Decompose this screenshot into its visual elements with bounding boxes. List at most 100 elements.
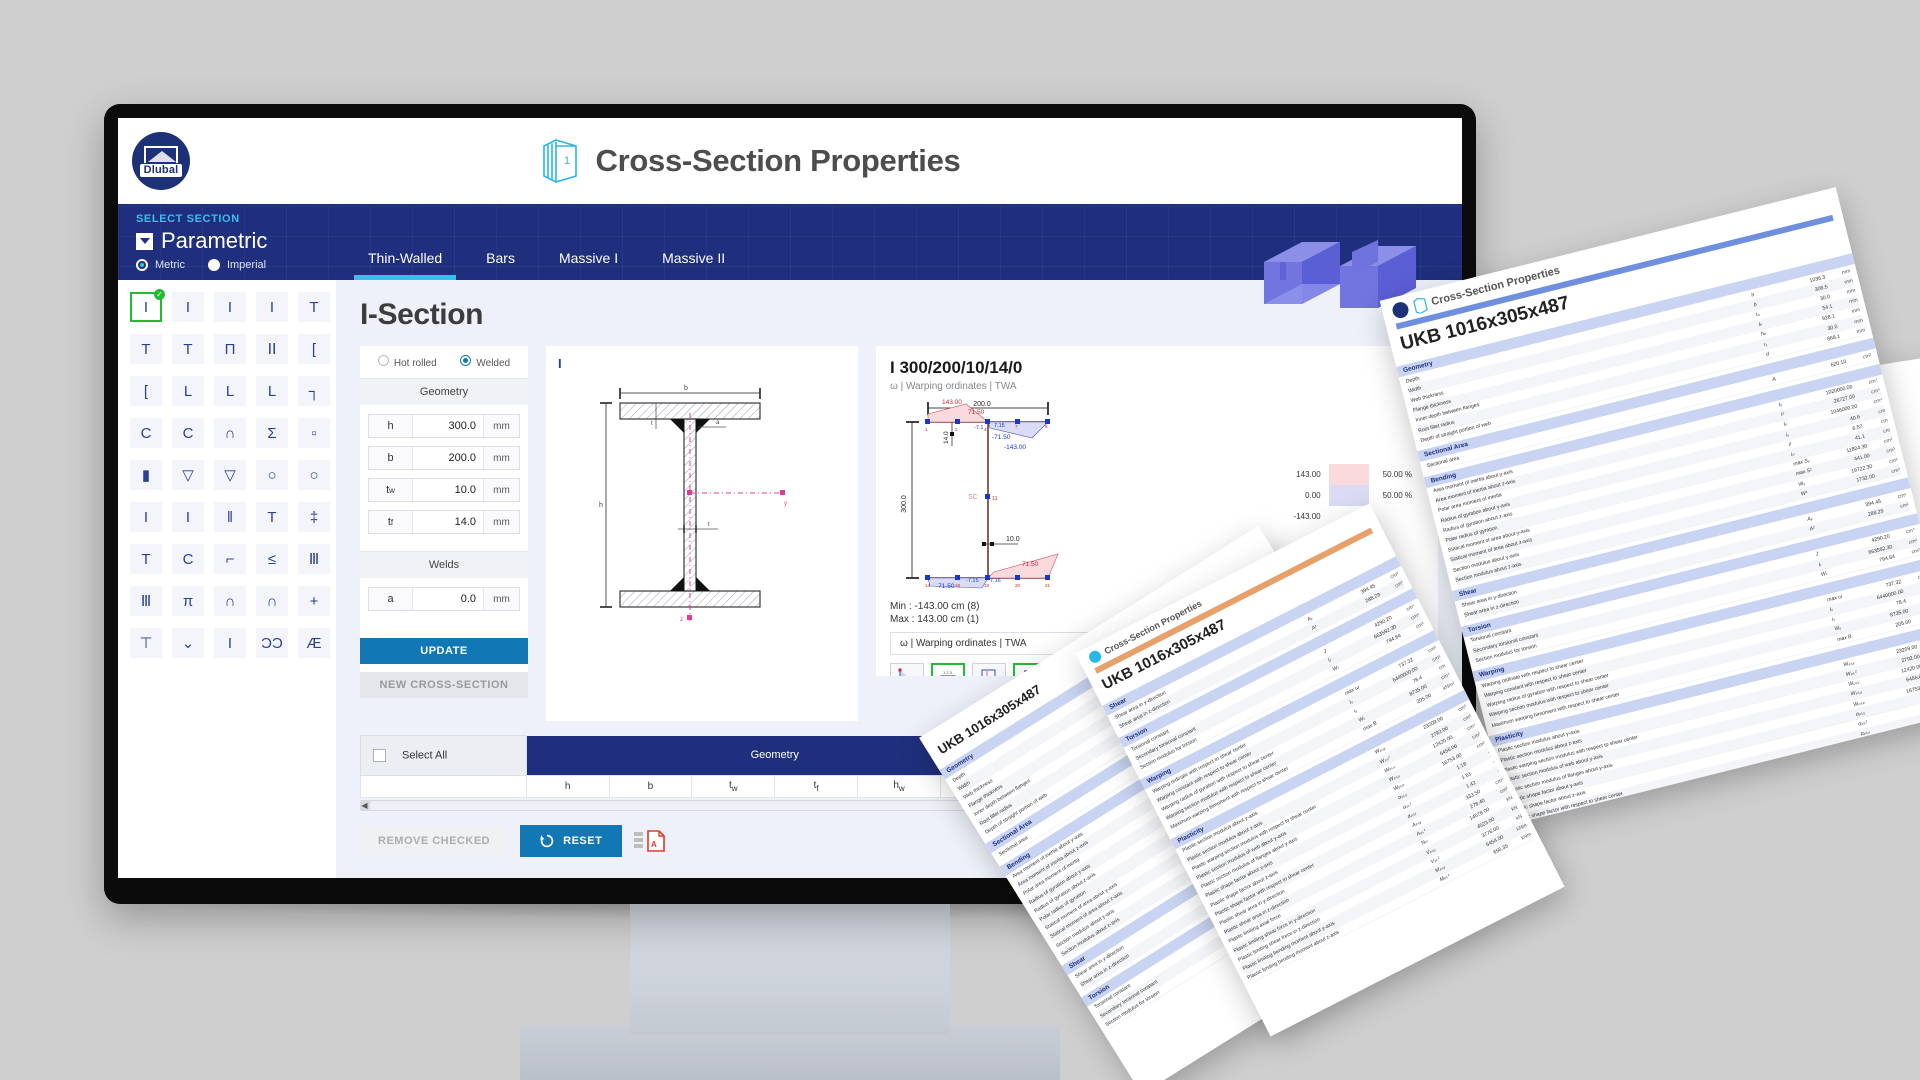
shape-glyph: T [267, 508, 277, 526]
field-value[interactable]: 0.0 [413, 588, 483, 610]
shape-icon-0[interactable]: I ✓ [130, 289, 165, 322]
pdf-export-button[interactable]: A [634, 830, 666, 852]
shape-icon-43[interactable]: π [172, 586, 204, 616]
geometry-field-tf[interactable]: t f 14.0 mm [368, 510, 520, 534]
shape-icon-27[interactable]: ○ [256, 460, 288, 490]
shape-icon-50[interactable]: I [214, 628, 246, 658]
field-value[interactable]: 14.0 [413, 511, 483, 533]
select-all-header[interactable]: Select All [360, 735, 527, 776]
i-section-drawing: b h t t a y z [599, 385, 787, 623]
column-header-tf[interactable]: tf [774, 775, 859, 798]
scrollbar-thumb[interactable] [370, 801, 1050, 810]
shape-icon-6[interactable]: T [130, 334, 162, 364]
shape-icon-2[interactable]: I [214, 292, 246, 322]
shape-icon-42[interactable]: Ⅲ [130, 586, 162, 616]
shape-icon-48[interactable]: ⊤ [130, 628, 162, 658]
shape-icon-28[interactable]: ○ [298, 460, 330, 490]
field-value[interactable]: 10.0 [413, 479, 483, 501]
shape-icon-16[interactable]: ┐ [298, 376, 330, 406]
shape-icon-45[interactable]: ∩ [256, 586, 288, 616]
shape-icon-10[interactable]: [ [298, 334, 330, 364]
shape-icon-51[interactable]: ƆƆ [256, 628, 288, 658]
nodes-view-button[interactable] [890, 663, 924, 676]
svg-text:11: 11 [992, 496, 998, 502]
svg-text:y: y [784, 501, 787, 507]
shape-icon-20[interactable]: ∩ [214, 418, 246, 448]
dlubal-logo[interactable]: Dlubal [132, 132, 190, 190]
shape-icon-4[interactable]: T [298, 292, 330, 322]
shape-glyph: L [183, 382, 193, 400]
column-header-h[interactable]: h [525, 775, 610, 798]
shape-icon-15[interactable]: L [256, 376, 288, 406]
tab-bars[interactable]: Bars [464, 206, 537, 280]
shape-icon-13[interactable]: L [172, 376, 204, 406]
scroll-left-arrow[interactable]: ◀ [360, 801, 369, 810]
shape-icon-38[interactable]: ⌐ [214, 544, 246, 574]
doc-row-symbol: Vₚₗ,ᵧ [1869, 768, 1882, 777]
shape-glyph: π [182, 592, 194, 610]
geometry-field-h[interactable]: h 300.0 mm [368, 414, 520, 438]
select-all-checkbox[interactable] [373, 749, 386, 762]
geometry-field-tw[interactable]: t w 10.0 mm [368, 478, 520, 502]
shape-icon-49[interactable]: ⌄ [172, 628, 204, 658]
shape-icon-33[interactable]: T [256, 502, 288, 532]
radio-hot-rolled[interactable] [377, 355, 389, 366]
update-button[interactable]: UPDATE [360, 638, 528, 664]
shape-icon-3[interactable]: I [256, 292, 288, 322]
doc-row-value: 4523.00 [1903, 753, 1920, 769]
svg-text:z: z [680, 617, 683, 623]
column-header-hw[interactable]: hw [857, 775, 941, 798]
shape-icon-7[interactable]: T [172, 334, 204, 364]
doc-row-symbol: Mₚₗ,ᶻ [1877, 798, 1890, 807]
field-value[interactable]: 300.0 [413, 415, 483, 437]
shape-icon-25[interactable]: ▽ [172, 460, 204, 490]
shape-icon-9[interactable]: ⅠⅠ [256, 334, 288, 364]
shape-icon-12[interactable]: [ [130, 376, 162, 406]
parametric-dropdown[interactable]: Parametric [136, 228, 336, 254]
shape-glyph: C [182, 550, 194, 568]
fabrication-radiogroup[interactable]: Hot rolled Welded [360, 346, 528, 378]
svg-text:71.50: 71.50 [1022, 561, 1039, 568]
unit-system-radiogroup[interactable]: Metric Imperial [136, 259, 336, 271]
reset-button[interactable]: RESET [520, 825, 623, 857]
geometry-field-b[interactable]: b 200.0 mm [368, 446, 520, 470]
shape-icon-46[interactable]: + [298, 586, 330, 616]
new-cross-section-button[interactable]: NEW CROSS-SECTION [360, 672, 528, 698]
shape-icon-44[interactable]: ∩ [214, 586, 246, 616]
column-header-tw[interactable]: tw [691, 775, 776, 798]
radio-welded[interactable] [460, 355, 472, 366]
remove-checked-button[interactable]: REMOVE CHECKED [360, 826, 509, 856]
shape-icon-19[interactable]: C [172, 418, 204, 448]
shape-icon-37[interactable]: C [172, 544, 204, 574]
legend-swatch-positive [1328, 464, 1369, 485]
shape-icon-32[interactable]: ‖ [214, 502, 246, 532]
axes-view-button[interactable] [972, 663, 1006, 676]
welds-field-a[interactable]: a 0.0 mm [368, 587, 520, 611]
dimensions-view-button[interactable]: 1 2 3 [931, 663, 965, 676]
tab-massive-ii[interactable]: Massive II [640, 206, 747, 280]
shape-icon-52[interactable]: Æ [298, 628, 330, 658]
shape-icon-8[interactable]: Π [214, 334, 246, 364]
shape-glyph: ┐ [308, 382, 320, 400]
shape-icon-21[interactable]: Σ [256, 418, 288, 448]
shape-icon-1[interactable]: I [172, 292, 204, 322]
shape-icon-39[interactable]: ≤ [256, 544, 288, 574]
shape-icon-18[interactable]: C [130, 418, 162, 448]
shape-icon-40[interactable]: Ⅲ [298, 544, 330, 574]
tab-massive-i[interactable]: Massive I [537, 206, 640, 280]
column-header-b[interactable]: b [608, 775, 693, 798]
shape-icon-22[interactable]: ▫ [298, 418, 330, 448]
field-unit: mm [483, 447, 519, 469]
shape-icon-30[interactable]: I [130, 502, 162, 532]
shape-icon-36[interactable]: T [130, 544, 162, 574]
tab-thin-walled[interactable]: Thin-Walled [346, 206, 464, 280]
shape-icon-34[interactable]: ‡ [298, 502, 330, 532]
shape-icon-24[interactable]: ▮ [130, 460, 162, 490]
radio-imperial[interactable] [207, 259, 220, 271]
field-value[interactable]: 200.0 [413, 447, 483, 469]
shape-icon-26[interactable]: ▽ [214, 460, 246, 490]
radio-metric[interactable] [136, 259, 148, 271]
shape-icon-31[interactable]: I [172, 502, 204, 532]
field-label: a [369, 588, 413, 610]
shape-icon-14[interactable]: L [214, 376, 246, 406]
